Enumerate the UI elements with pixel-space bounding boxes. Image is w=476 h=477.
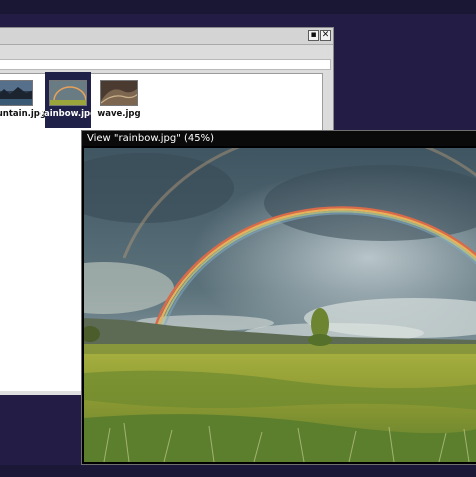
browser-titlebar[interactable]: ▪ ✕	[0, 28, 333, 45]
file-item-mountain[interactable]: mountain.jpg	[0, 72, 46, 128]
mountain-thumbnail	[0, 80, 33, 106]
top-panel	[0, 0, 476, 14]
location-bar[interactable]	[0, 59, 331, 70]
image-viewer-window: View "rainbow.jpg" (45%)	[81, 130, 476, 465]
close-button[interactable]: ✕	[320, 30, 331, 41]
viewer-title[interactable]: View "rainbow.jpg" (45%)	[82, 131, 476, 146]
file-label-wave: wave.jpg	[97, 109, 141, 119]
bottom-panel	[0, 465, 476, 477]
rainbow-thumbnail	[49, 80, 87, 106]
minimize-button[interactable]: ▪	[308, 30, 319, 41]
rainbow-photo	[84, 148, 476, 462]
wave-thumbnail	[100, 80, 138, 106]
file-item-wave[interactable]: wave.jpg	[96, 72, 142, 128]
file-item-rainbow[interactable]: rainbow.jpg	[40, 72, 96, 128]
